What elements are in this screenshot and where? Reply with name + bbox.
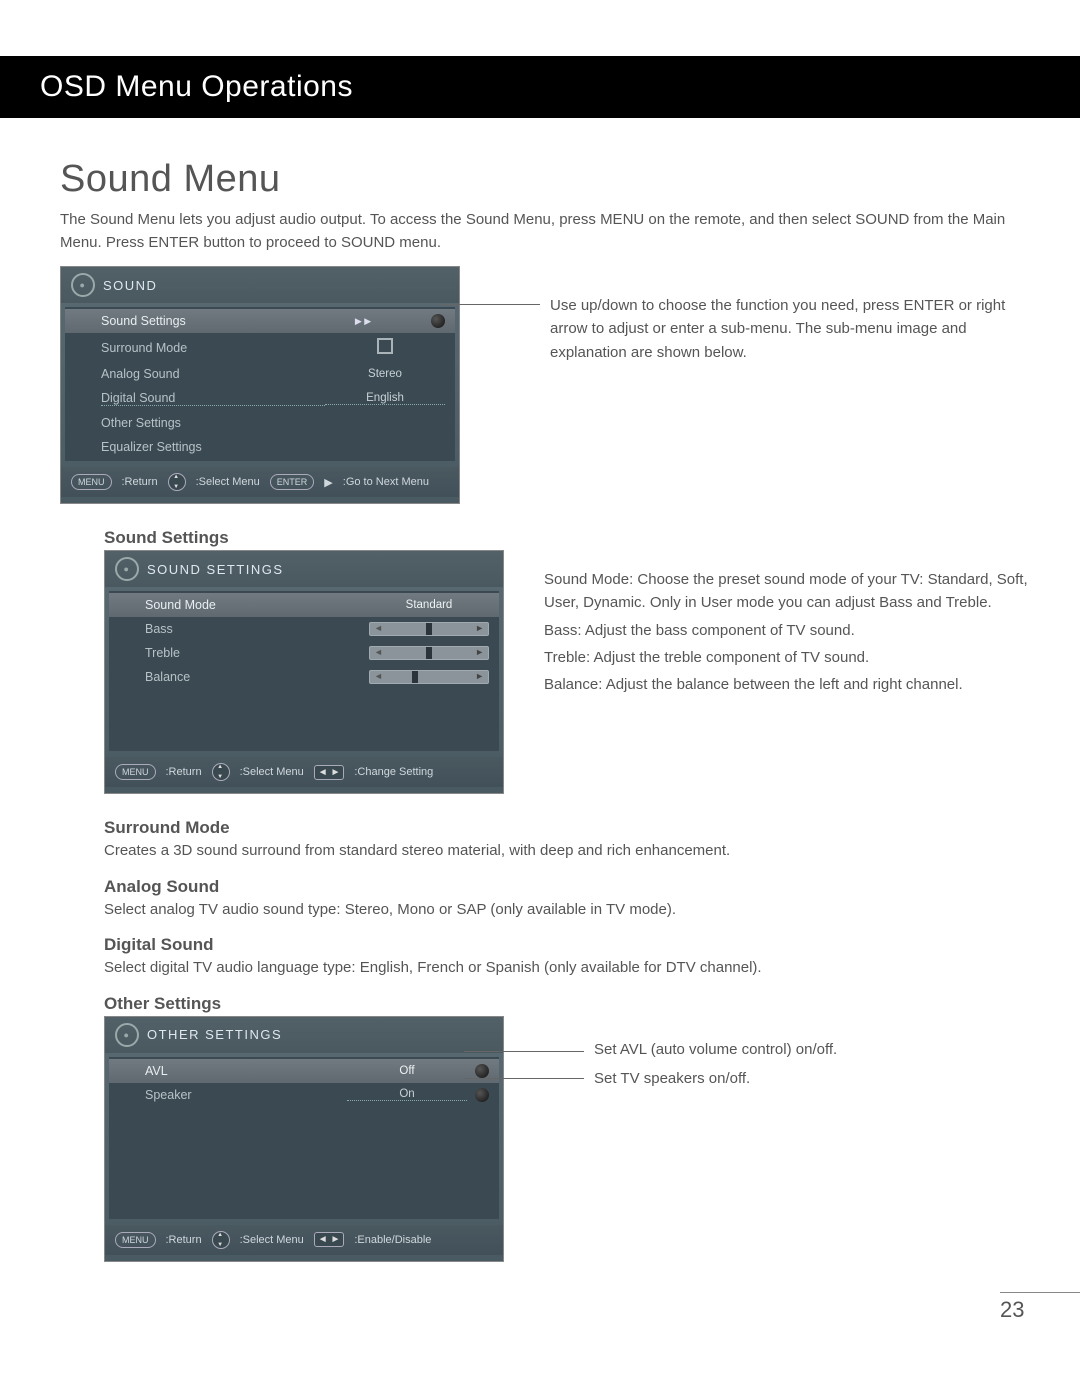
callout-text: Use up/down to choose the function you n… — [460, 266, 1040, 364]
select-menu-label: :Select Menu — [240, 766, 304, 778]
leftright-icon: ◄ ► — [314, 1232, 345, 1247]
intro-paragraph: The Sound Menu lets you adjust audio out… — [60, 209, 1040, 254]
menu-item-equalizer-settings[interactable]: Equalizer Settings — [65, 435, 455, 459]
osd-title-bar: ● SOUND SETTINGS — [105, 551, 503, 587]
updown-icon — [212, 763, 230, 781]
osd-sound-menu: ● SOUND Sound Settings ▶ ▶ Surround Mode… — [60, 266, 460, 504]
callout-speaker: Set TV speakers on/off. — [594, 1067, 837, 1090]
select-menu-label: :Select Menu — [240, 1234, 304, 1246]
change-setting-label: :Change Setting — [354, 766, 433, 778]
menu-item-digital-sound[interactable]: Digital Sound English — [65, 386, 455, 411]
menu-badge-icon: MENU — [115, 764, 156, 780]
sound-settings-explanation: Sound Mode: Choose the preset sound mode… — [504, 550, 1040, 700]
selector-dot-icon — [431, 314, 445, 328]
return-label: :Return — [122, 476, 158, 488]
menu-item-sound-settings[interactable]: Sound Settings ▶ ▶ — [65, 309, 455, 333]
selector-dot-icon — [475, 1088, 489, 1102]
osd-title: OTHER SETTINGS — [147, 1027, 282, 1042]
osd-other-settings: ● OTHER SETTINGS AVL Off Speaker On — [104, 1016, 504, 1262]
sound-settings-heading: Sound Settings — [104, 528, 1040, 548]
header-title: OSD Menu Operations — [40, 70, 353, 103]
osd-list: AVL Off Speaker On — [109, 1057, 499, 1219]
text-sound-mode: Sound Mode: Choose the preset sound mode… — [544, 568, 1040, 615]
osd-footer: MENU :Return :Select Menu ENTER ▶ :Go to… — [61, 467, 459, 497]
osd-list: Sound Settings ▶ ▶ Surround Mode Analog … — [65, 307, 455, 461]
sound-icon: ● — [71, 273, 95, 297]
page-number: 23 — [1000, 1292, 1080, 1323]
osd-title-bar: ● OTHER SETTINGS — [105, 1017, 503, 1053]
text-bass: Bass: Adjust the bass component of TV so… — [544, 619, 1040, 642]
osd-title: SOUND — [103, 278, 157, 293]
callout-leader-icon — [464, 1078, 584, 1079]
menu-item-bass[interactable]: Bass — [109, 617, 499, 641]
text-balance: Balance: Adjust the balance between the … — [544, 673, 1040, 696]
menu-badge-icon: MENU — [71, 474, 112, 490]
goto-next-label: :Go to Next Menu — [343, 476, 429, 488]
menu-item-analog-sound[interactable]: Analog Sound Stereo — [65, 362, 455, 386]
selector-dot-icon — [475, 1064, 489, 1078]
osd-list: Sound Mode Standard Bass Treble Bala — [109, 591, 499, 751]
slider-icon — [369, 670, 489, 684]
menu-item-other-settings[interactable]: Other Settings — [65, 411, 455, 435]
menu-item-treble[interactable]: Treble — [109, 641, 499, 665]
sound-icon: ● — [115, 557, 139, 581]
analog-sound-heading: Analog Sound — [104, 877, 1040, 897]
other-settings-heading: Other Settings — [104, 994, 1040, 1014]
surround-mode-heading: Surround Mode — [104, 818, 1040, 838]
menu-item-balance[interactable]: Balance — [109, 665, 499, 689]
osd-title: SOUND SETTINGS — [147, 562, 284, 577]
enable-disable-label: :Enable/Disable — [354, 1234, 431, 1246]
analog-sound-text: Select analog TV audio sound type: Stere… — [104, 899, 1040, 922]
page-header: OSD Menu Operations — [0, 56, 1080, 118]
callout-paragraph: Use up/down to choose the function you n… — [550, 297, 1005, 361]
surround-mode-text: Creates a 3D sound surround from standar… — [104, 840, 1040, 863]
section-title: Sound Menu — [60, 158, 1040, 201]
slider-icon — [369, 622, 489, 636]
checkbox-icon — [377, 338, 393, 354]
select-menu-label: :Select Menu — [196, 476, 260, 488]
callout-leader-icon — [464, 1051, 584, 1052]
text-treble: Treble: Adjust the treble component of T… — [544, 646, 1040, 669]
other-settings-callouts: Set AVL (auto volume control) on/off. Se… — [504, 1016, 837, 1091]
menu-item-speaker[interactable]: Speaker On — [109, 1083, 499, 1107]
menu-item-surround-mode[interactable]: Surround Mode — [65, 333, 455, 362]
return-label: :Return — [166, 766, 202, 778]
slider-icon — [369, 646, 489, 660]
arrow-right-icon: ▶ — [324, 476, 332, 489]
osd-footer: MENU :Return :Select Menu ◄ ► :Enable/Di… — [105, 1225, 503, 1255]
digital-sound-text: Select digital TV audio language type: E… — [104, 957, 1040, 980]
digital-sound-heading: Digital Sound — [104, 935, 1040, 955]
osd-title-bar: ● SOUND — [61, 267, 459, 303]
callout-leader-icon — [440, 304, 540, 305]
menu-item-avl[interactable]: AVL Off — [109, 1059, 499, 1083]
updown-icon — [212, 1231, 230, 1249]
enter-badge-icon: ENTER — [270, 474, 315, 490]
leftright-icon: ◄ ► — [314, 765, 345, 780]
menu-badge-icon: MENU — [115, 1232, 156, 1248]
arrows-icon: ▶ ▶ — [355, 316, 371, 327]
menu-item-sound-mode[interactable]: Sound Mode Standard — [109, 593, 499, 617]
return-label: :Return — [166, 1234, 202, 1246]
callout-avl: Set AVL (auto volume control) on/off. — [594, 1038, 837, 1061]
sound-icon: ● — [115, 1023, 139, 1047]
osd-sound-settings: ● SOUND SETTINGS Sound Mode Standard Bas… — [104, 550, 504, 794]
updown-icon — [168, 473, 186, 491]
osd-footer: MENU :Return :Select Menu ◄ ► :Change Se… — [105, 757, 503, 787]
